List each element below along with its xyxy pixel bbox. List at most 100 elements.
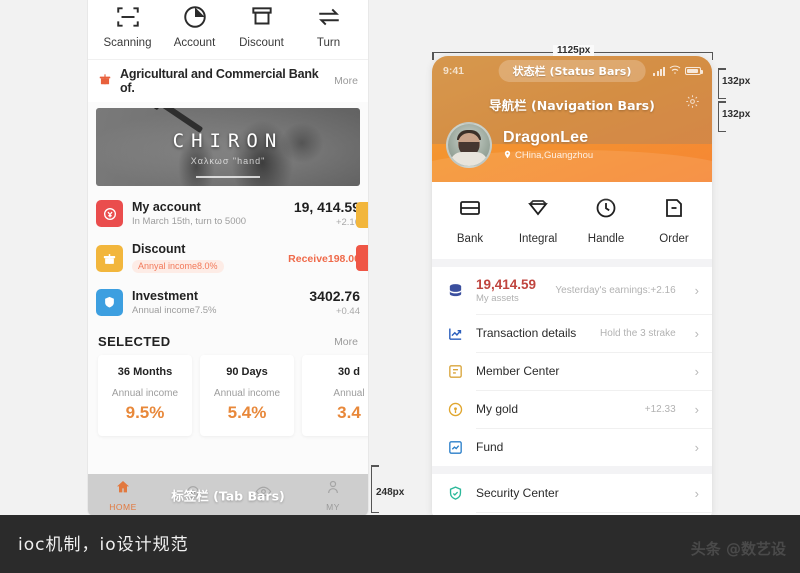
selected-card[interactable]: 36 Months Annual income 9.5% bbox=[98, 355, 192, 436]
finance-row-badge: Annyal income8.0% bbox=[132, 259, 224, 273]
selected-section-header: SELECTED More bbox=[88, 324, 368, 355]
menu-row-note: +12.33 bbox=[644, 403, 676, 415]
quick-action-label: Account bbox=[173, 37, 216, 49]
nav-bar-height-label: 132px bbox=[722, 109, 751, 120]
screenshot-root: Scanning Account Discount Turn Agricultu… bbox=[0, 0, 800, 573]
profile-name: DragonLee bbox=[503, 128, 589, 146]
quick-action-discount[interactable]: Discount bbox=[228, 4, 295, 49]
user-profile[interactable]: DragonLee CHina,Guangzhou bbox=[446, 122, 700, 168]
profile-location: CHina,Guangzhou bbox=[503, 150, 593, 162]
finance-row-discount[interactable]: Discount Annyal income8.0% Receive198.00 bbox=[96, 235, 368, 281]
card-term: 30 d bbox=[337, 366, 360, 378]
scan-icon bbox=[115, 4, 141, 30]
profile-text: DragonLee CHina,Guangzhou bbox=[503, 129, 593, 162]
battery-icon bbox=[685, 67, 703, 75]
quick-action-label: Integral bbox=[518, 233, 558, 245]
menu-group-assets: 19,414.59 My assets Yesterday's earnings… bbox=[432, 267, 712, 466]
tab-home[interactable]: HOME bbox=[88, 479, 158, 512]
bank-name: Agricultural and Commercial Bank of. bbox=[120, 67, 319, 95]
chevron-right-icon: › bbox=[694, 485, 699, 501]
section-divider-2 bbox=[432, 466, 712, 474]
home-icon bbox=[115, 479, 131, 500]
transfer-icon bbox=[316, 4, 342, 30]
peek-card-yellow[interactable] bbox=[356, 202, 368, 228]
quick-action-label: Bank bbox=[456, 233, 484, 245]
person-icon bbox=[325, 479, 341, 500]
finance-row-delta: +0.44 bbox=[335, 306, 360, 317]
gear-icon[interactable] bbox=[685, 94, 700, 114]
wifi-icon bbox=[669, 62, 681, 80]
quick-action-account[interactable]: Account bbox=[161, 4, 228, 49]
promo-banner[interactable]: CHIRON Χαλκωσ "hand" bbox=[96, 108, 360, 186]
quick-action-scanning[interactable]: Scanning bbox=[94, 4, 161, 49]
menu-row-title: Security Center bbox=[476, 486, 559, 500]
card-label: Annual income bbox=[111, 388, 179, 399]
bank-more-link[interactable]: More bbox=[334, 75, 358, 87]
menu-row-my-assets[interactable]: 19,414.59 My assets Yesterday's earnings… bbox=[432, 267, 712, 314]
finance-row-text: Investment Annual income7.5% bbox=[132, 289, 300, 316]
card-term: 36 Months bbox=[117, 366, 173, 378]
tab-bar-height-bracket bbox=[371, 465, 379, 513]
quick-action-label: Order bbox=[659, 233, 689, 245]
tab-second[interactable] bbox=[158, 484, 228, 507]
menu-row-my-gold[interactable]: My gold +12.33 › bbox=[432, 390, 712, 428]
member-card-icon bbox=[445, 363, 465, 380]
chevron-right-icon: › bbox=[694, 325, 699, 341]
quick-action-order[interactable]: Order bbox=[640, 196, 708, 245]
tab-my[interactable]: MY bbox=[298, 479, 368, 512]
selected-card[interactable]: 90 Days Annual income 5.4% bbox=[200, 355, 294, 436]
database-icon bbox=[445, 282, 465, 299]
nav-bar-height-bracket bbox=[718, 101, 726, 132]
status-bar-annotation-label: 状态栏 (Status Bars) bbox=[498, 60, 646, 82]
signal-icon bbox=[653, 66, 665, 76]
banner-title: CHIRON bbox=[172, 130, 284, 152]
width-label-top: 1125px bbox=[553, 45, 595, 56]
tab-third[interactable] bbox=[228, 483, 298, 507]
menu-row-title: Member Center bbox=[476, 364, 560, 378]
menu-row-security-center[interactable]: Security Center › bbox=[432, 474, 712, 512]
finance-row-investment[interactable]: Investment Annual income7.5% 3402.76 +0.… bbox=[96, 281, 360, 324]
selected-card[interactable]: 30 d Annual 3.4 bbox=[302, 355, 368, 436]
status-bar-icons bbox=[653, 62, 703, 80]
pie-chart-icon bbox=[182, 4, 208, 30]
finance-row-values: 3402.76 +0.44 bbox=[309, 288, 360, 317]
quick-action-turn[interactable]: Turn bbox=[295, 4, 362, 49]
menu-row-transaction-details[interactable]: Transaction details Hold the 3 strake › bbox=[432, 314, 712, 352]
finance-row-values: 19, 414.59 +2.16 bbox=[294, 199, 360, 228]
nav-bar-annotation-label: 导航栏 (Navigation Bars) bbox=[489, 97, 655, 113]
finance-row-text: My account In March 15th, turn to 5000 bbox=[132, 200, 285, 227]
tab-label: HOME bbox=[109, 501, 137, 512]
peek-card-red[interactable] bbox=[356, 245, 368, 271]
finance-row-title: My account bbox=[132, 200, 201, 214]
bank-promo-row[interactable]: Agricultural and Commercial Bank of. Mor… bbox=[88, 59, 368, 102]
avatar-body bbox=[450, 152, 488, 166]
quick-action-bank[interactable]: Bank bbox=[436, 196, 504, 245]
yuan-circle-icon bbox=[96, 200, 123, 227]
finance-row-subtitle: Annual income7.5% bbox=[132, 305, 217, 316]
tab-label: MY bbox=[326, 501, 340, 512]
chevron-right-icon: › bbox=[694, 439, 699, 455]
left-quick-actions: Scanning Account Discount Turn bbox=[88, 0, 368, 59]
section-divider bbox=[432, 259, 712, 267]
finance-list: My account In March 15th, turn to 5000 1… bbox=[88, 186, 368, 324]
chevron-right-icon: › bbox=[694, 401, 699, 417]
gold-coin-icon bbox=[445, 401, 465, 418]
selected-more-link[interactable]: More bbox=[334, 336, 358, 348]
status-bar-height-bracket bbox=[718, 68, 726, 99]
watermark-text: 头条 @数艺设 bbox=[690, 540, 786, 558]
finance-row-values: Receive198.00 bbox=[288, 249, 360, 267]
profile-location-text: CHina,Guangzhou bbox=[515, 150, 594, 161]
right-phone-screen: 9:41 状态栏 (Status Bars) 导航栏 (Navigation B… bbox=[432, 56, 712, 516]
quick-action-label: Scanning bbox=[103, 37, 152, 49]
menu-row-fund[interactable]: Fund › bbox=[432, 428, 712, 466]
quick-action-label: Handle bbox=[587, 233, 625, 245]
gift-icon bbox=[96, 244, 123, 272]
location-pin-icon bbox=[503, 150, 512, 162]
card-label: Annual income bbox=[213, 388, 281, 399]
finance-row-my-account[interactable]: My account In March 15th, turn to 5000 1… bbox=[96, 192, 368, 235]
avatar bbox=[446, 122, 492, 168]
menu-row-member-center[interactable]: Member Center › bbox=[432, 352, 712, 390]
menu-row-title: Transaction details bbox=[476, 326, 577, 340]
chevron-right-icon: › bbox=[694, 363, 699, 379]
gift-box-icon bbox=[98, 72, 112, 91]
